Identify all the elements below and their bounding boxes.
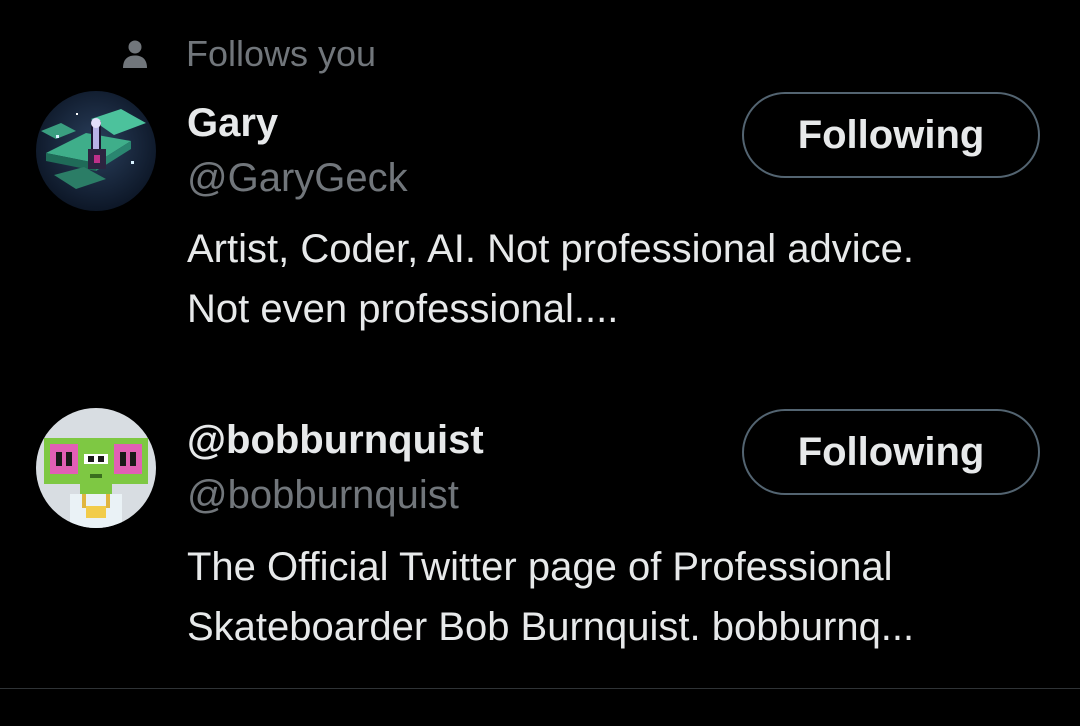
user-handle[interactable]: @GaryGeck [187,156,408,201]
bio-line: Not even professional.... [187,287,619,331]
user-handle[interactable]: @bobburnquist [187,473,459,518]
following-button[interactable]: Following [742,92,1040,178]
avatar[interactable] [36,408,156,528]
following-button[interactable]: Following [742,409,1040,495]
user-name[interactable]: Gary [187,101,278,146]
social-context: Follows you [118,30,376,78]
follows-you-label: Follows you [186,33,377,74]
bio-line: The Official Twitter page of Professiona… [187,545,893,589]
user-bio: Artist, Coder, AI. Not professional advi… [187,219,1057,339]
bio-line: Artist, Coder, AI. Not professional advi… [187,227,915,271]
person-icon [118,37,152,71]
user-bio: The Official Twitter page of Professiona… [187,537,1057,657]
user-name[interactable]: @bobburnquist [187,418,484,463]
avatar[interactable] [36,91,156,211]
divider [0,688,1080,689]
bio-line: Skateboarder Bob Burnquist. bobburnq... [187,605,915,649]
